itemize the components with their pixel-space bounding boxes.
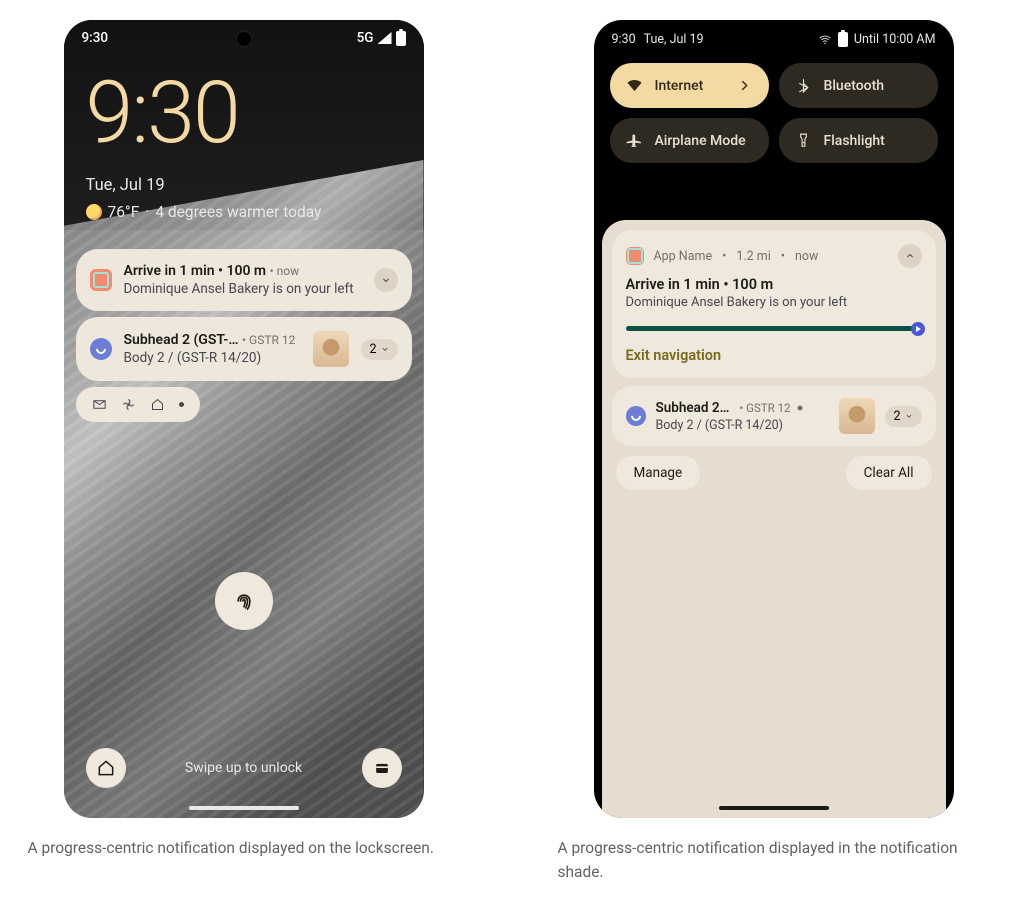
nav-app-icon — [626, 247, 644, 265]
smart-home-button[interactable] — [86, 748, 126, 788]
qs-bluetooth-label: Bluetooth — [824, 78, 885, 94]
exit-navigation-button[interactable]: Exit navigation — [626, 347, 922, 364]
qs-airplane-label: Airplane Mode — [655, 133, 746, 149]
shade2-count-pill[interactable]: 2 — [885, 406, 921, 427]
bluetooth-icon — [795, 77, 812, 94]
notif1-title: Arrive in 1 min • 100 m — [124, 263, 267, 279]
group-app-icon — [90, 338, 112, 360]
qs-bluetooth[interactable]: Bluetooth — [779, 63, 938, 108]
nav-app-icon — [90, 269, 112, 291]
chevron-right-icon — [736, 77, 753, 94]
overflow-dot-icon — [179, 402, 184, 407]
shade-notification-navigation[interactable]: App Name • 1.2 mi • now Arrive in 1 min … — [612, 230, 936, 378]
notification-shade-body: App Name • 1.2 mi • now Arrive in 1 min … — [602, 220, 946, 818]
dnd-until: Until 10:00 AM — [854, 32, 936, 47]
shade-card-title: Arrive in 1 min • 100 m — [626, 276, 922, 293]
progress-bar[interactable] — [626, 326, 922, 331]
wifi-icon — [818, 33, 832, 47]
collapse-toggle[interactable] — [898, 244, 922, 268]
fan-icon — [121, 397, 136, 412]
notif1-meta: • now — [270, 264, 300, 278]
lockscreen-bottom-row: Swipe up to unlock — [64, 748, 424, 788]
shade-phone: 9:30 Tue, Jul 19 Until 10:00 AM Internet — [594, 20, 954, 818]
expand-toggle[interactable] — [374, 268, 398, 292]
wifi-fill-icon — [626, 77, 643, 94]
notif2-count: 2 — [369, 342, 376, 357]
shade2-count: 2 — [893, 409, 900, 424]
weather-temp: 76°F — [108, 203, 140, 221]
shade-notification-group[interactable]: Subhead 2… • GSTR 12 Body 2 / (GST-R 14/… — [612, 386, 936, 446]
battery-icon — [838, 32, 848, 47]
shade-actions-row: Manage Clear All — [612, 446, 936, 490]
shade-status-time: 9:30 — [612, 32, 636, 47]
overflow-icons-pill[interactable] — [76, 387, 200, 422]
notif2-meta: • GSTR 12 — [242, 333, 295, 347]
lens-icon — [795, 403, 805, 413]
caption-lockscreen: A progress-centric notification displaye… — [24, 836, 464, 860]
shade-status-bar: 9:30 Tue, Jul 19 Until 10:00 AM — [594, 20, 954, 51]
home-icon — [150, 397, 165, 412]
shade-time: now — [795, 249, 818, 264]
gmail-icon — [92, 397, 107, 412]
quick-settings-grid: Internet Bluetooth Airplane Mode Flashli… — [594, 51, 954, 177]
chevron-down-icon — [380, 344, 390, 354]
nav-handle[interactable] — [189, 806, 299, 810]
chevron-down-icon — [904, 411, 914, 421]
status-network-label: 5G — [357, 30, 374, 46]
chevron-up-icon — [904, 250, 916, 262]
qs-airplane[interactable]: Airplane Mode — [610, 118, 769, 163]
shade-card-sub: Dominique Ansel Bakery is on your left — [626, 295, 922, 310]
notif-count-pill[interactable]: 2 — [361, 339, 397, 360]
caption-shade: A progress-centric notification displaye… — [554, 836, 994, 884]
shade2-meta: • GSTR 12 — [739, 401, 790, 415]
shade2-sub: Body 2 / (GST-R 14/20) — [656, 418, 830, 433]
battery-icon — [396, 31, 406, 46]
signal-icon — [378, 32, 392, 44]
weather-icon — [86, 204, 102, 220]
weather-sep: · — [145, 203, 149, 221]
notification-navigation[interactable]: Arrive in 1 min • 100 m • now Dominique … — [76, 249, 412, 311]
shade-status-date: Tue, Jul 19 — [644, 32, 704, 47]
lockscreen-clock: 9:30 — [64, 52, 424, 156]
notif-thumbnail[interactable] — [313, 331, 349, 367]
nav-handle[interactable] — [719, 806, 829, 810]
qs-internet-label: Internet — [655, 78, 704, 94]
group-app-icon — [626, 406, 646, 426]
shade-app-name: App Name — [654, 249, 713, 264]
shade2-thumbnail[interactable] — [839, 398, 875, 434]
chevron-down-icon — [380, 274, 392, 286]
camera-hole — [235, 30, 253, 48]
manage-button[interactable]: Manage — [616, 456, 701, 490]
qs-flashlight-label: Flashlight — [824, 133, 885, 149]
home-outline-icon — [96, 758, 116, 778]
shade-distance: 1.2 mi — [736, 249, 770, 264]
progress-indicator-icon — [911, 322, 925, 336]
weather-row[interactable]: 76°F · 4 degrees warmer today — [64, 199, 424, 221]
wallet-icon — [372, 758, 392, 778]
flashlight-icon — [795, 132, 812, 149]
qs-flashlight[interactable]: Flashlight — [779, 118, 938, 163]
shade2-title: Subhead 2… — [656, 400, 730, 416]
fingerprint-button[interactable] — [215, 572, 273, 630]
notification-stack: Arrive in 1 min • 100 m • now Dominique … — [64, 221, 424, 381]
wallet-button[interactable] — [362, 748, 402, 788]
status-bar: 9:30 5G — [64, 20, 424, 52]
swipe-hint: Swipe up to unlock — [185, 760, 302, 776]
qs-internet[interactable]: Internet — [610, 63, 769, 108]
weather-detail: 4 degrees warmer today — [155, 203, 321, 221]
airplane-icon — [626, 132, 643, 149]
notif2-sub: Body 2 / (GST-R 14/20) — [124, 350, 302, 366]
notif2-title: Subhead 2 (GST-… — [124, 332, 239, 348]
notification-group[interactable]: Subhead 2 (GST-… • GSTR 12 Body 2 / (GST… — [76, 317, 412, 381]
status-time: 9:30 — [82, 30, 109, 46]
lockscreen-phone: 9:30 5G 9:30 Tue, Jul 19 76°F · 4 degree… — [64, 20, 424, 818]
fingerprint-icon — [230, 587, 258, 615]
clear-all-button[interactable]: Clear All — [846, 456, 932, 490]
notif1-sub: Dominique Ansel Bakery is on your left — [124, 281, 362, 297]
lockscreen-date: Tue, Jul 19 — [64, 156, 424, 199]
